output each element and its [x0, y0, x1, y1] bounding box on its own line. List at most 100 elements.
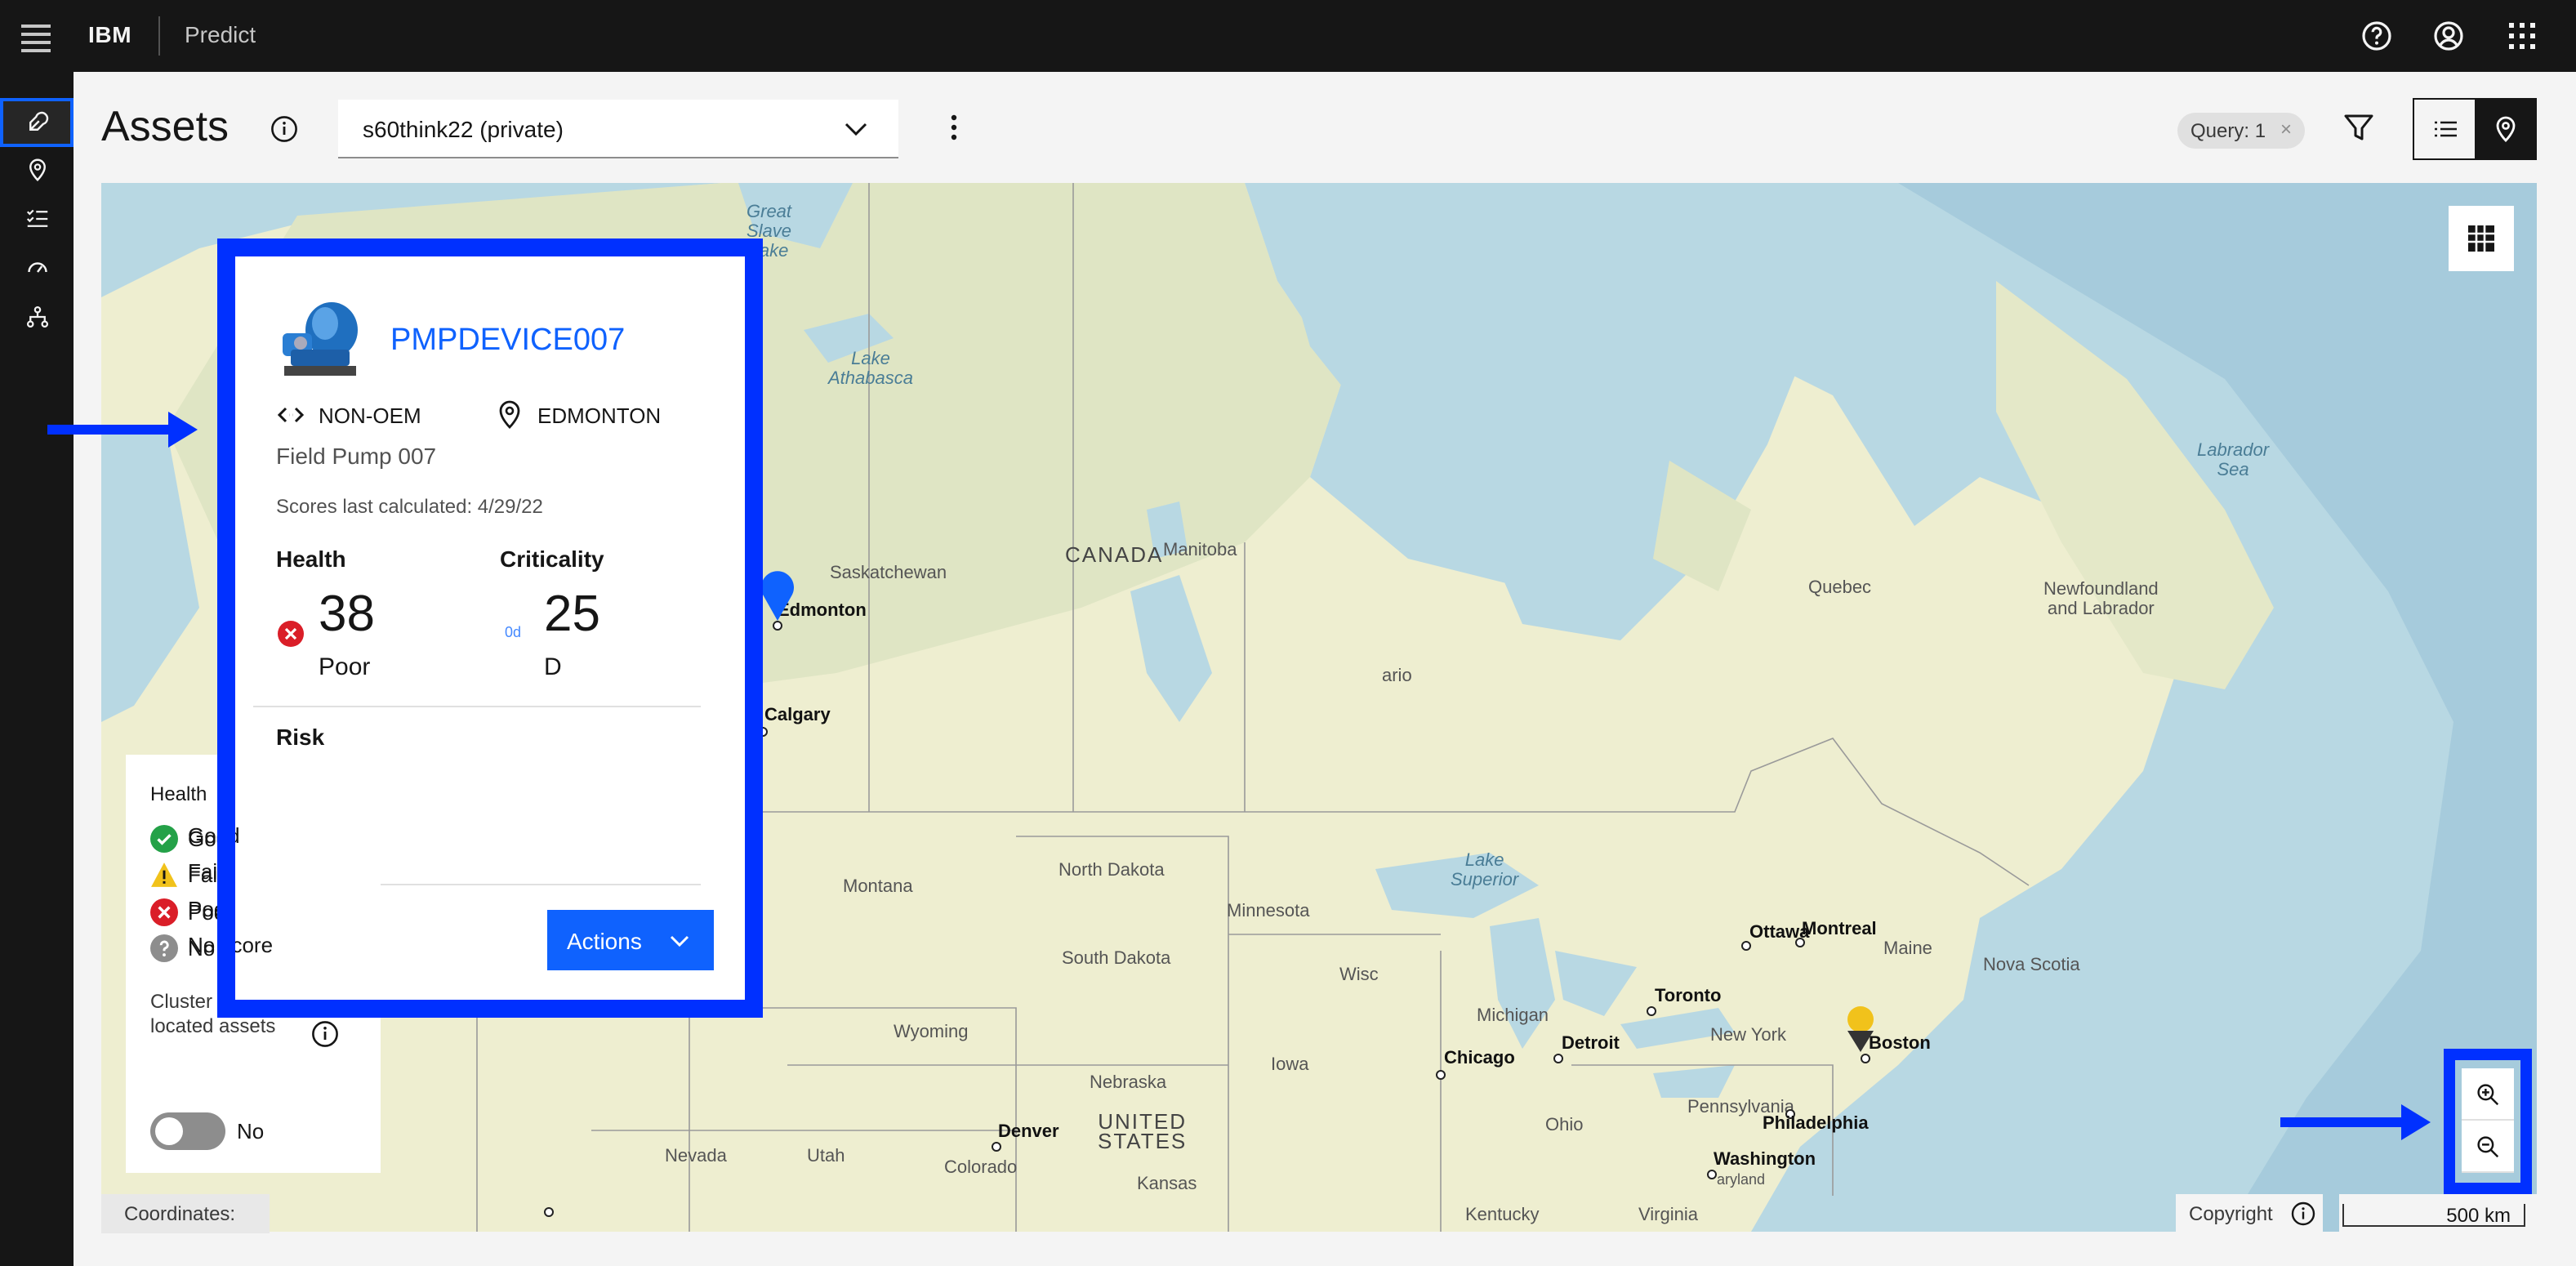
list-view-button[interactable]: [2414, 100, 2475, 158]
city-dot-toronto: [1647, 1006, 1656, 1016]
page-title: Assets: [101, 101, 230, 150]
product-name[interactable]: Predict: [185, 21, 256, 47]
city-label-montreal: Montreal: [1802, 920, 1877, 939]
city-dot-unnamed: [544, 1207, 554, 1217]
map-label-colorado: Colorado: [944, 1158, 1018, 1178]
dashboard-gauge-icon: [27, 262, 47, 273]
asset-marker-edmonton[interactable]: [760, 570, 796, 622]
view-switcher: [2413, 98, 2537, 160]
scale-bar: 500 km: [2339, 1194, 2537, 1233]
help-circle-icon: [150, 934, 178, 961]
city-dot-washington: [1707, 1170, 1717, 1179]
coordinates-readout: Coordinates:: [101, 1194, 270, 1233]
user-icon[interactable]: [2429, 16, 2468, 56]
map-label-minnesota: Minnesota: [1227, 902, 1310, 921]
map-label-kentucky: Kentucky: [1465, 1206, 1540, 1225]
city-label-philadelphia: Philadelphia: [1763, 1114, 1869, 1134]
hierarchy-icon: [25, 305, 48, 328]
info-icon: [2291, 1201, 2315, 1226]
menu-icon[interactable]: [20, 20, 52, 52]
grid-icon: [2468, 225, 2494, 252]
cluster-toggle-label: No: [237, 1119, 265, 1143]
map-label-maryland: aryland: [1717, 1171, 1766, 1188]
scale-bar-label: 500 km: [2342, 1204, 2525, 1227]
brand-name[interactable]: IBM: [88, 21, 131, 47]
rail-item-dashboard[interactable]: [0, 242, 74, 291]
side-rail: [0, 72, 74, 1266]
header-divider: [158, 16, 160, 56]
city-label-denver: Denver: [998, 1122, 1059, 1142]
city-label-boston: Boston: [1869, 1034, 1931, 1054]
asset-icon: [29, 111, 48, 131]
map-label-wyoming: Wyoming: [894, 1023, 969, 1042]
toggle-knob: [155, 1117, 183, 1145]
overflow-menu-icon[interactable]: [939, 108, 969, 147]
map-label-lake-superior: Lake Superior: [1451, 851, 1519, 890]
copyright-label: Copyright: [2189, 1202, 2273, 1225]
annotation-arrow-zoom: [2280, 1104, 2431, 1140]
query-tag[interactable]: Query: 1 ×: [2177, 113, 2305, 149]
help-icon[interactable]: [2357, 16, 2396, 56]
app-switcher-icon[interactable]: [2502, 16, 2542, 56]
map-label-utah: Utah: [807, 1147, 845, 1166]
info-icon[interactable]: [270, 114, 299, 144]
dataset-dropdown[interactable]: s60think22 (private): [338, 100, 898, 158]
city-dot-detroit: [1553, 1054, 1563, 1063]
top-bar: IBM Predict: [0, 0, 2576, 72]
legend-title: Health: [150, 782, 207, 805]
city-dot-boston: [1861, 1054, 1870, 1063]
map-label-manitoba: Manitoba: [1163, 541, 1237, 560]
dataset-dropdown-value: s60think22 (private): [363, 116, 564, 142]
map-label-virginia: Virginia: [1638, 1206, 1698, 1225]
rail-item-locations[interactable]: [0, 145, 74, 194]
map-label-iowa: Iowa: [1271, 1055, 1309, 1075]
cluster-toggle[interactable]: [150, 1112, 225, 1150]
rail-item-checklist[interactable]: [0, 194, 74, 243]
map-label-saskatchewan: Saskatchewan: [830, 564, 947, 583]
annotation-highlight-card: [217, 238, 763, 1018]
asset-marker-boston[interactable]: [1844, 1005, 1877, 1054]
rail-item-hierarchy[interactable]: [0, 292, 74, 341]
error-circle-icon: [150, 898, 178, 925]
rail-item-assets[interactable]: [0, 98, 74, 147]
map-label-united-states: UNITED STATES: [1098, 1109, 1188, 1153]
map-label-labrador-sea: Labrador Sea: [2197, 441, 2270, 480]
map-label-ontario: ario: [1382, 666, 1412, 686]
copyright[interactable]: Copyright: [2176, 1194, 2323, 1233]
city-label-toronto: Toronto: [1655, 987, 1722, 1006]
map-label-new-york: New York: [1710, 1026, 1786, 1045]
city-label-chicago: Chicago: [1444, 1049, 1515, 1068]
close-icon[interactable]: ×: [2280, 118, 2292, 140]
map-label-nova-scotia: Nova Scotia: [1983, 956, 2080, 975]
city-label-detroit: Detroit: [1562, 1034, 1620, 1054]
map-label-newfoundland: Newfoundland and Labrador: [2043, 580, 2159, 619]
map-label-wisconsin: Wisc: [1339, 965, 1379, 985]
layer-grid-button[interactable]: [2449, 206, 2514, 271]
annotation-highlight-zoom: [2444, 1049, 2532, 1194]
map-view-button[interactable]: [2475, 100, 2535, 158]
map-label-nevada: Nevada: [665, 1147, 727, 1166]
filter-icon[interactable]: [2339, 108, 2378, 147]
annotation-arrow-card: [47, 412, 198, 448]
city-dot-chicago: [1436, 1070, 1446, 1080]
list-icon: [2434, 121, 2456, 137]
map-label-north-dakota: North Dakota: [1058, 861, 1165, 880]
location-icon: [2495, 116, 2515, 142]
map-label-south-dakota: South Dakota: [1062, 949, 1171, 969]
city-dot-denver: [992, 1142, 1001, 1152]
chevron-down-icon: [845, 123, 867, 136]
info-icon[interactable]: [310, 1019, 340, 1049]
map-label-quebec: Quebec: [1808, 578, 1872, 598]
warning-triangle-icon: [151, 862, 177, 886]
checklist-icon: [25, 209, 47, 227]
city-label-calgary: Calgary: [764, 706, 831, 725]
map-label-kansas: Kansas: [1137, 1175, 1197, 1194]
map-label-maine: Maine: [1883, 939, 1932, 959]
city-label-washington: Washington: [1714, 1150, 1816, 1170]
map-label-ohio: Ohio: [1545, 1116, 1584, 1135]
map-label-canada: CANADA: [1065, 542, 1164, 567]
map-label-michigan: Michigan: [1477, 1006, 1549, 1026]
query-tag-label: Query: 1: [2190, 119, 2266, 142]
map-label-lake-athabasca: Lake Athabasca: [828, 350, 913, 389]
map-label-nebraska: Nebraska: [1090, 1073, 1167, 1093]
